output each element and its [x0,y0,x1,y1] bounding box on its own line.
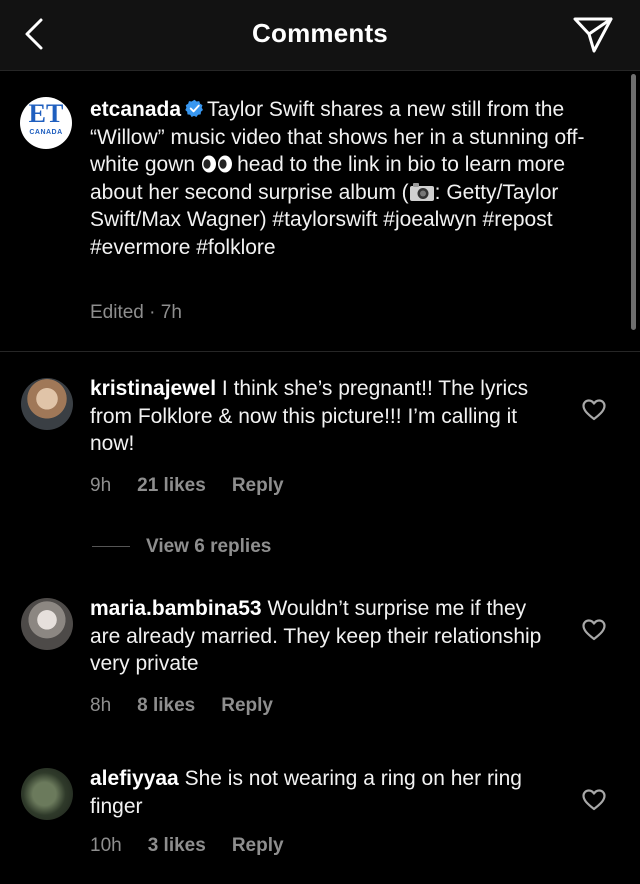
post-caption: ET CANADA etcanada Taylor Swift shares a… [0,71,640,352]
caption-text: etcanada Taylor Swift shares a new still… [90,96,620,261]
comment-username[interactable]: maria.bambina53 [90,597,262,620]
et-logo-sub: CANADA [29,129,63,136]
et-logo: ET [28,99,64,128]
comment-time: 10h [90,835,122,856]
view-replies-button[interactable]: View 6 replies [92,536,271,558]
caption-meta: Edited · 7h [90,302,182,323]
heart-icon[interactable] [582,399,606,421]
comment-item: alefiyyaa She is not wearing a ring on h… [0,742,640,884]
camera-emoji-icon [409,182,434,201]
comment-meta: 9h 21 likes Reply [90,475,284,497]
reply-button[interactable]: Reply [232,475,284,496]
reply-button[interactable]: Reply [221,695,273,716]
divider [92,546,130,547]
header-bar: Comments [0,0,640,71]
avatar[interactable] [21,598,73,650]
comment-username[interactable]: alefiyyaa [90,767,179,790]
caption-username[interactable]: etcanada [90,98,181,121]
comment-likes[interactable]: 21 likes [137,475,206,496]
view-replies-label: View 6 replies [146,536,272,557]
comment-time: 8h [90,695,112,716]
comment-username[interactable]: kristinajewel [90,377,216,400]
avatar[interactable]: ET CANADA [20,97,72,149]
comment-likes[interactable]: 8 likes [137,695,195,716]
comment-meta: 8h 8 likes Reply [90,695,273,717]
comment-item: kristinajewel I think she’s pregnant!! T… [0,352,640,572]
reply-button[interactable]: Reply [232,835,284,856]
paper-plane-icon[interactable] [572,14,614,56]
verified-badge-icon [185,99,204,117]
comment-likes[interactable]: 3 likes [148,835,206,856]
comment-item: maria.bambina53 Wouldn’t surprise me if … [0,572,640,732]
heart-icon[interactable] [582,789,606,811]
comment-text: kristinajewel I think she’s pregnant!! T… [90,375,560,458]
page-title: Comments [252,18,388,48]
scrollbar[interactable] [631,74,636,330]
avatar[interactable] [21,768,73,820]
eyes-emoji-icon [202,155,233,173]
comment-text: maria.bambina53 Wouldn’t surprise me if … [90,595,560,678]
comment-meta: 10h 3 likes Reply [90,835,284,857]
comment-text: alefiyyaa She is not wearing a ring on h… [90,765,560,820]
comment-time: 9h [90,475,112,496]
heart-icon[interactable] [582,619,606,641]
avatar[interactable] [21,378,73,430]
